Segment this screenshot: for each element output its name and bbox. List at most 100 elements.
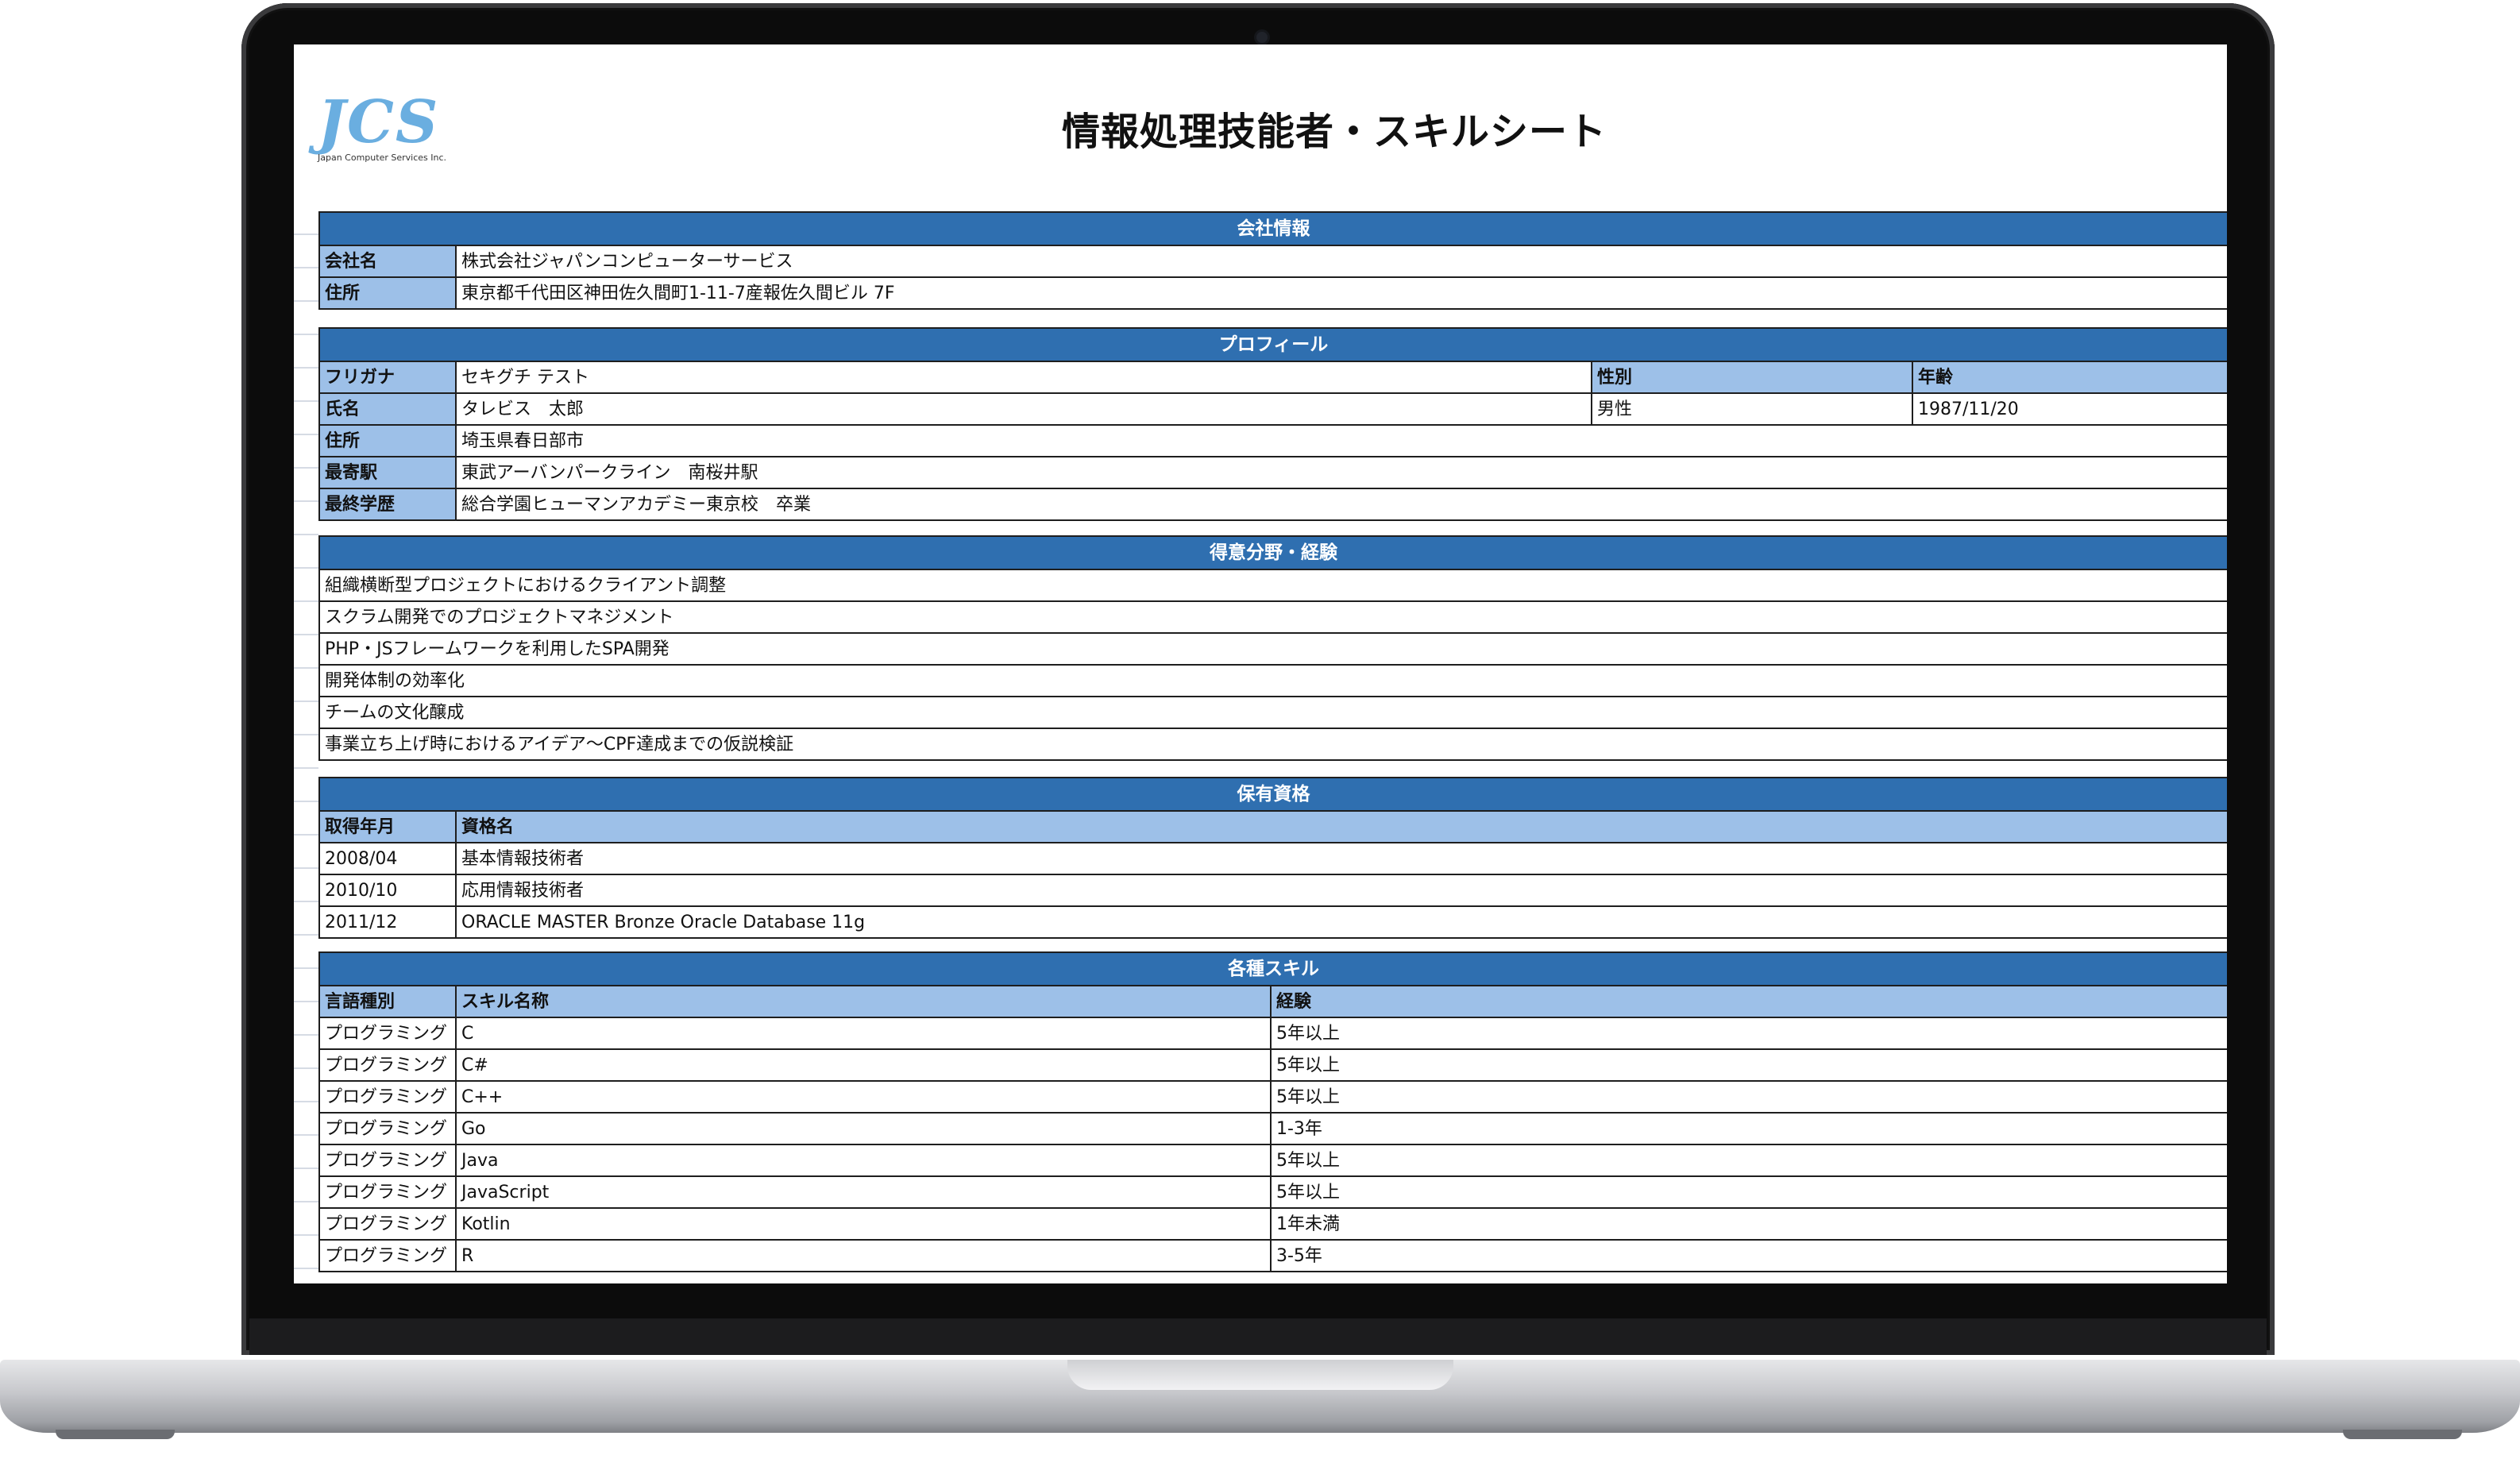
table-header-row: 言語種別 スキル名称 経験 (320, 986, 2227, 1018)
skill-experience[interactable]: 1-3年 (1272, 1114, 2227, 1145)
station-label: 最寄駅 (320, 457, 457, 489)
table-row: プログラミング C++ 5年以上 (320, 1082, 2227, 1114)
skill-type[interactable]: プログラミング (320, 1145, 457, 1177)
logo-company-name: Japan Computer Services Inc. (318, 152, 446, 163)
age-label: 年齢 (1913, 362, 2227, 394)
skill-type[interactable]: プログラミング (320, 1018, 457, 1050)
logo-mark: JCS (318, 88, 440, 156)
table-row: 2008/04 基本情報技術者 (320, 843, 2227, 875)
table-row: プログラミング C# 5年以上 (320, 1050, 2227, 1082)
list-item: スクラム開発でのプロジェクトマネジメント (320, 602, 2227, 634)
cert-name[interactable]: 基本情報技術者 (457, 843, 2227, 875)
table-row: プログラミング R 3-5年 (320, 1241, 2227, 1272)
section-header-certifications: 保有資格 (320, 778, 2227, 812)
table-row: 会社名 株式会社ジャパンコンピューターサービス (320, 246, 2227, 278)
name-value[interactable]: タレビス 太郎 (457, 394, 1592, 426)
name-label: 氏名 (320, 394, 457, 426)
table-header-row: 取得年月 資格名 (320, 812, 2227, 843)
table-row: 2010/10 応用情報技術者 (320, 875, 2227, 907)
skill-type[interactable]: プログラミング (320, 1177, 457, 1209)
education-label: 最終学歴 (320, 489, 457, 521)
column-header-date: 取得年月 (320, 812, 457, 843)
skill-type[interactable]: プログラミング (320, 1082, 457, 1114)
company-address-label: 住所 (320, 278, 457, 310)
company-logo: JCS Japan Computer Services Inc. (318, 91, 453, 170)
cert-date[interactable]: 2010/10 (320, 875, 457, 907)
table-row: プログラミング JavaScript 5年以上 (320, 1177, 2227, 1209)
address-value[interactable]: 埼玉県春日部市 (457, 426, 2227, 457)
expertise-item[interactable]: 事業立ち上げ時におけるアイデア〜CPF達成までの仮説検証 (320, 729, 2227, 761)
skill-type[interactable]: プログラミング (320, 1241, 457, 1272)
list-item: PHP・JSフレームワークを利用したSPA開発 (320, 634, 2227, 666)
skill-type[interactable]: プログラミング (320, 1114, 457, 1145)
gender-value[interactable]: 男性 (1592, 394, 1913, 426)
table-row: プログラミング C 5年以上 (320, 1018, 2227, 1050)
table-row: プログラミング Java 5年以上 (320, 1145, 2227, 1177)
skill-name[interactable]: R (457, 1241, 1272, 1272)
table-row: 最終学歴 総合学園ヒューマンアカデミー東京校 卒業 (320, 489, 2227, 521)
company-address-value[interactable]: 東京都千代田区神田佐久間町1-11-7産報佐久間ビル 7F (457, 278, 2227, 310)
laptop-opening-notch (1067, 1360, 1453, 1390)
skill-name[interactable]: JavaScript (457, 1177, 1272, 1209)
column-header-skill-type: 言語種別 (320, 986, 457, 1018)
skill-name[interactable]: Kotlin (457, 1209, 1272, 1241)
table-row: プログラミング Kotlin 1年未満 (320, 1209, 2227, 1241)
section-header-skills: 各種スキル (320, 953, 2227, 986)
skill-experience[interactable]: 5年以上 (1272, 1177, 2227, 1209)
sheet-gridlines (294, 202, 318, 1283)
expertise-item[interactable]: 開発体制の効率化 (320, 666, 2227, 697)
expertise-item[interactable]: チームの文化醸成 (320, 697, 2227, 729)
column-header-cert-name: 資格名 (457, 812, 2227, 843)
cert-name[interactable]: 応用情報技術者 (457, 875, 2227, 907)
expertise-item[interactable]: スクラム開発でのプロジェクトマネジメント (320, 602, 2227, 634)
column-header-skill-name: スキル名称 (457, 986, 1272, 1018)
expertise-section: 得意分野・経験 組織横断型プロジェクトにおけるクライアント調整 スクラム開発での… (318, 535, 2227, 761)
furigana-value[interactable]: セキグチ テスト (457, 362, 1592, 394)
station-value[interactable]: 東武アーバンパークライン 南桜井駅 (457, 457, 2227, 489)
table-row: 住所 埼玉県春日部市 (320, 426, 2227, 457)
list-item: 開発体制の効率化 (320, 666, 2227, 697)
skill-name[interactable]: Java (457, 1145, 1272, 1177)
cert-date[interactable]: 2011/12 (320, 907, 457, 939)
table-row: 氏名 タレビス 太郎 男性 1987/11/20 (320, 394, 2227, 426)
skill-experience[interactable]: 3-5年 (1272, 1241, 2227, 1272)
table-row: プログラミング Go 1-3年 (320, 1114, 2227, 1145)
section-header-profile: プロフィール (320, 329, 2227, 362)
skill-name[interactable]: C++ (457, 1082, 1272, 1114)
laptop-foot-left (56, 1430, 175, 1439)
furigana-label: フリガナ (320, 362, 457, 394)
page-title: 情報処理技能者・スキルシート (1061, 110, 1607, 154)
skill-name[interactable]: Go (457, 1114, 1272, 1145)
certifications-section: 保有資格 取得年月 資格名 2008/04 基本情報技術者 2010/10 応用… (318, 777, 2227, 939)
expertise-item[interactable]: 組織横断型プロジェクトにおけるクライアント調整 (320, 570, 2227, 602)
list-item: 事業立ち上げ時におけるアイデア〜CPF達成までの仮説検証 (320, 729, 2227, 761)
skill-type[interactable]: プログラミング (320, 1050, 457, 1082)
cert-name[interactable]: ORACLE MASTER Bronze Oracle Database 11g (457, 907, 2227, 939)
table-row: 住所 東京都千代田区神田佐久間町1-11-7産報佐久間ビル 7F (320, 278, 2227, 310)
column-header-experience: 経験 (1272, 986, 2227, 1018)
address-label: 住所 (320, 426, 457, 457)
webcam-icon (1256, 32, 1268, 43)
list-item: 組織横断型プロジェクトにおけるクライアント調整 (320, 570, 2227, 602)
skill-name[interactable]: C (457, 1018, 1272, 1050)
section-header-expertise: 得意分野・経験 (320, 537, 2227, 570)
education-value[interactable]: 総合学園ヒューマンアカデミー東京校 卒業 (457, 489, 2227, 521)
skills-section: 各種スキル 言語種別 スキル名称 経験 プログラミング C 5年以上 プログラミ… (318, 951, 2227, 1272)
skill-experience[interactable]: 1年未満 (1272, 1209, 2227, 1241)
skill-experience[interactable]: 5年以上 (1272, 1018, 2227, 1050)
skill-experience[interactable]: 5年以上 (1272, 1050, 2227, 1082)
section-header-company: 会社情報 (320, 213, 2227, 246)
cert-date[interactable]: 2008/04 (320, 843, 457, 875)
birthdate-value[interactable]: 1987/11/20 (1913, 394, 2227, 426)
company-name-value[interactable]: 株式会社ジャパンコンピューターサービス (457, 246, 2227, 278)
skill-type[interactable]: プログラミング (320, 1209, 457, 1241)
skill-name[interactable]: C# (457, 1050, 1272, 1082)
list-item: チームの文化醸成 (320, 697, 2227, 729)
company-section: 会社情報 会社名 株式会社ジャパンコンピューターサービス 住所 東京都千代田区神… (318, 211, 2227, 310)
table-row: 最寄駅 東武アーバンパークライン 南桜井駅 (320, 457, 2227, 489)
profile-section: プロフィール フリガナ セキグチ テスト 性別 年齢 氏名 タレビス 太郎 男性… (318, 327, 2227, 521)
skill-experience[interactable]: 5年以上 (1272, 1145, 2227, 1177)
laptop-bezel-chin (249, 1318, 2267, 1355)
skill-experience[interactable]: 5年以上 (1272, 1082, 2227, 1114)
expertise-item[interactable]: PHP・JSフレームワークを利用したSPA開発 (320, 634, 2227, 666)
